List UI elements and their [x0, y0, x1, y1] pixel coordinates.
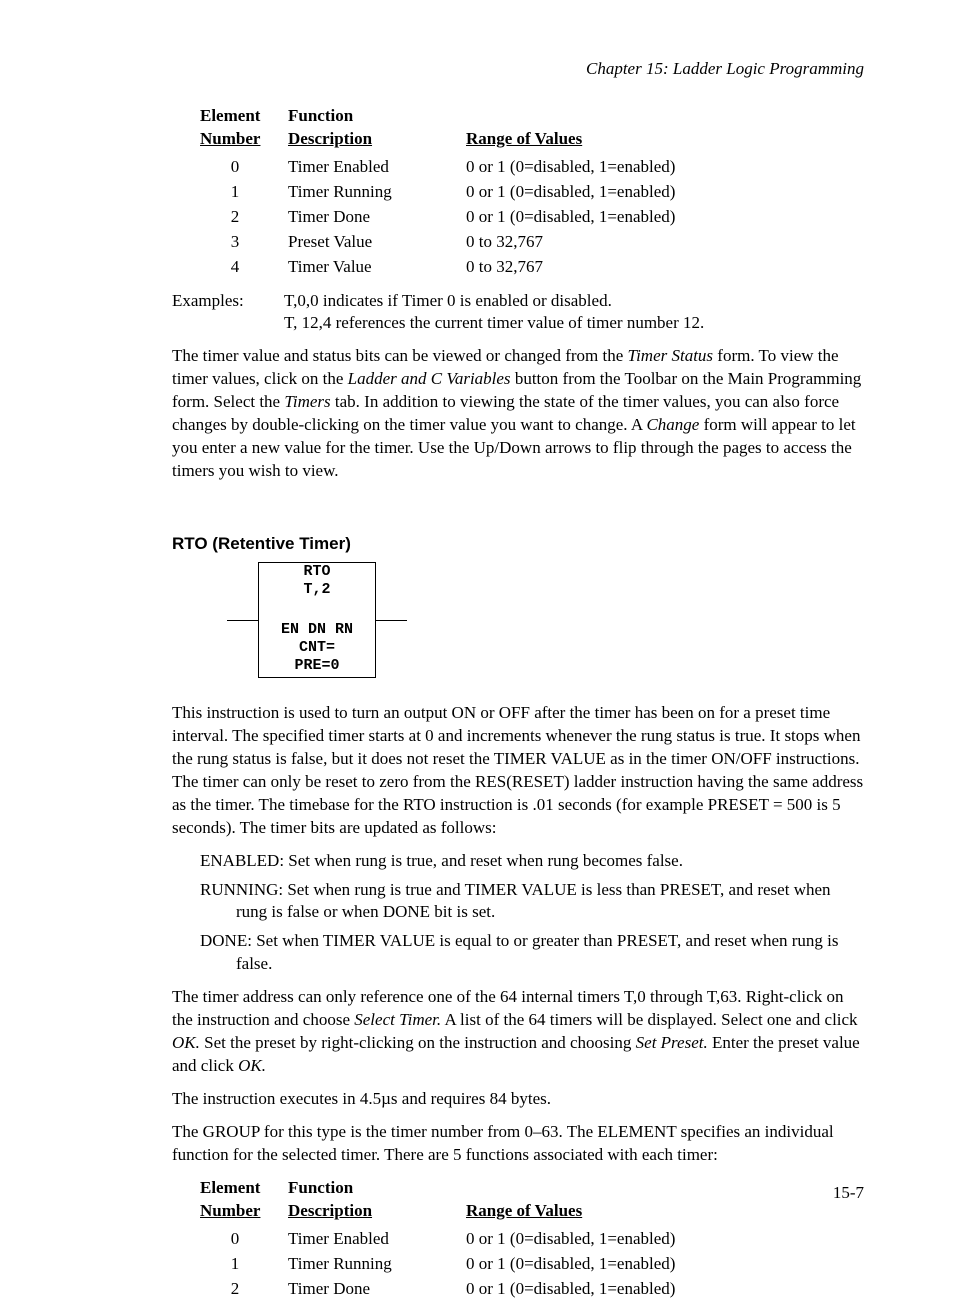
element-table-1: Element Number Function Description Rang…: [200, 105, 693, 280]
section-heading-rto: RTO (Retentive Timer): [172, 533, 864, 556]
paragraph: The GROUP for this type is the timer num…: [172, 1121, 864, 1167]
table-row: 4Timer Value0 to 32,767: [200, 255, 693, 280]
page-number: 15-7: [833, 1182, 864, 1205]
bit-running: RUNNING: Set when rung is true and TIMER…: [200, 879, 864, 925]
paragraph: The timer address can only reference one…: [172, 986, 864, 1078]
th-function: Function Description: [288, 1177, 466, 1227]
table-row: 2Timer Done0 or 1 (0=disabled, 1=enabled…: [200, 1277, 693, 1302]
element-table-2: Element Number Function Description Rang…: [200, 1177, 693, 1302]
paragraph: The timer value and status bits can be v…: [172, 345, 864, 483]
table-row: 1Timer Running0 or 1 (0=disabled, 1=enab…: [200, 1252, 693, 1277]
examples-block: Examples: T,0,0 indicates if Timer 0 is …: [172, 290, 864, 336]
chapter-header: Chapter 15: Ladder Logic Programming: [172, 58, 864, 81]
th-range: Range of Values: [466, 1177, 693, 1227]
th-element: Element Number: [200, 105, 288, 155]
examples-body: T,0,0 indicates if Timer 0 is enabled or…: [284, 290, 864, 336]
paragraph: This instruction is used to turn an outp…: [172, 702, 864, 840]
th-function: Function Description: [288, 105, 466, 155]
table-row: 0Timer Enabled0 or 1 (0=disabled, 1=enab…: [200, 155, 693, 180]
bit-done: DONE: Set when TIMER VALUE is equal to o…: [200, 930, 864, 976]
rto-diagram: RTO T,2 EN DN RN CNT= PRE=0: [258, 562, 864, 678]
table-row: 2Timer Done0 or 1 (0=disabled, 1=enabled…: [200, 205, 693, 230]
th-element: Element Number: [200, 1177, 288, 1227]
table-row: 1Timer Running0 or 1 (0=disabled, 1=enab…: [200, 180, 693, 205]
table-row: 0Timer Enabled0 or 1 (0=disabled, 1=enab…: [200, 1227, 693, 1252]
examples-label: Examples:: [172, 290, 284, 336]
bit-definitions: ENABLED: Set when rung is true, and rese…: [200, 850, 864, 977]
page: Chapter 15: Ladder Logic Programming Ele…: [0, 0, 954, 1235]
paragraph: The instruction executes in 4.5µs and re…: [172, 1088, 864, 1111]
table-row: 3Preset Value0 to 32,767: [200, 230, 693, 255]
bit-enabled: ENABLED: Set when rung is true, and rese…: [200, 850, 864, 873]
th-range: Range of Values: [466, 105, 693, 155]
